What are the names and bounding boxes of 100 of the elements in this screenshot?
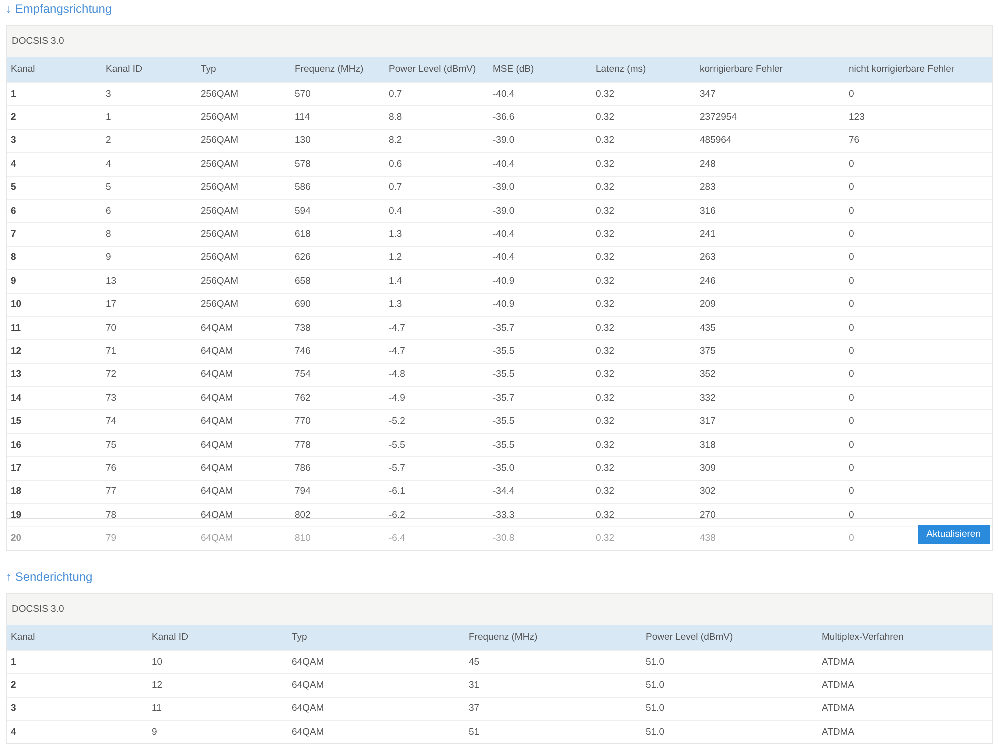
- table-cell-text: -40.9: [492, 276, 515, 287]
- table-cell-text: 0.32: [595, 416, 614, 428]
- column-header: Kanal: [10, 632, 36, 643]
- table-cell-text: 37: [468, 703, 480, 714]
- table-cell-text: 248: [699, 158, 716, 170]
- table-cell-text: 594: [294, 206, 311, 217]
- table-cell-text: 3: [10, 135, 16, 146]
- table-cell-text: 0: [848, 276, 854, 287]
- table-cell-text: 485964: [699, 135, 732, 146]
- table-cell-text: 0.32: [595, 206, 614, 217]
- table-cell-text: 9: [151, 726, 158, 738]
- table-cell-text: 0.32: [595, 299, 614, 310]
- table-cell-text: 9: [105, 252, 112, 264]
- table-cell-text: 438: [699, 533, 716, 544]
- table-cell-text: 0.32: [595, 158, 614, 170]
- column-header: Power Level (dBmV): [388, 64, 476, 75]
- table-cell-text: 6: [10, 206, 16, 217]
- table-cell-text: 51.0: [645, 726, 664, 738]
- table-cell-text: 1.3: [388, 299, 402, 310]
- table-cell-text: 0.32: [595, 88, 614, 100]
- table-cell-text: 0.32: [595, 252, 614, 264]
- table-cell-text: 738: [294, 322, 311, 334]
- table-cell-text: 256QAM: [200, 182, 238, 194]
- table-cell-text: 1.2: [388, 252, 402, 264]
- table-cell-text: 0.32: [595, 510, 614, 521]
- column-header: Frequenz (MHz): [294, 64, 364, 75]
- table-cell-text: -6.4: [388, 533, 406, 544]
- table-cell-text: 0.32: [595, 462, 614, 474]
- table-cell-text: -40.4: [492, 229, 515, 240]
- table-cell-text: 11: [10, 322, 22, 334]
- table-cell-text: 45: [468, 656, 480, 668]
- table-cell-text: -39.0: [492, 206, 515, 217]
- table-cell-text: 241: [699, 229, 716, 240]
- table-cell-text: 19: [10, 510, 22, 521]
- table-cell-text: 77: [105, 486, 117, 498]
- table-cell-text: 51: [468, 726, 480, 738]
- table-cell-text: 31: [468, 680, 480, 691]
- table-cell-text: 256QAM: [200, 135, 238, 146]
- table-cell-text: -35.0: [492, 462, 515, 474]
- table-cell-text: -40.4: [492, 158, 515, 170]
- table-cell-text: 332: [699, 392, 716, 404]
- table-cell-text: 14: [10, 392, 22, 404]
- table-cell-text: 270: [699, 510, 716, 521]
- table-cell-text: 316: [699, 206, 716, 217]
- table-cell-text: 76: [848, 135, 860, 146]
- column-header: Latenz (ms): [595, 64, 646, 75]
- table-cell-text: -35.7: [492, 392, 515, 404]
- table-cell-text: 13: [10, 369, 22, 380]
- column-header: Typ: [291, 632, 308, 643]
- table-cell-text: 0: [848, 252, 854, 264]
- table-cell-text: 64QAM: [200, 322, 234, 334]
- table-cell-text: 2372954: [699, 112, 737, 124]
- table-cell-text: 3: [10, 703, 16, 714]
- table-cell-text: 64QAM: [200, 533, 234, 544]
- table-cell-text: 64QAM: [200, 510, 234, 521]
- table-cell-text: 7: [10, 229, 16, 240]
- table-cell-text: 0: [848, 158, 854, 170]
- table-cell-text: 0.4: [388, 206, 402, 217]
- table-cell-text: 209: [699, 299, 716, 310]
- table-cell-text: ATDMA: [821, 726, 855, 738]
- table-cell-text: 375: [699, 346, 716, 357]
- column-header: MSE (dB): [492, 64, 534, 75]
- table-cell-text: -40.4: [492, 252, 515, 264]
- table-cell-text: 70: [105, 322, 117, 334]
- table-cell-text: 15: [10, 416, 22, 428]
- table-cell-text: 0.32: [595, 533, 614, 544]
- table-cell-text: 51.0: [645, 703, 664, 714]
- table-cell-text: 64QAM: [291, 656, 324, 668]
- table-cell-text: 770: [294, 416, 311, 428]
- refresh-button[interactable]: Aktualisieren: [918, 524, 990, 544]
- table-cell-text: -35.5: [492, 416, 515, 428]
- section-heading: ↑ Senderichtung: [6, 568, 93, 586]
- table-cell-text: 11: [151, 703, 162, 714]
- table-cell-text: 762: [294, 392, 311, 404]
- table-cell-text: 64QAM: [291, 726, 324, 738]
- table-cell-text: 2: [105, 135, 112, 146]
- table-cell-text: 3: [105, 88, 112, 100]
- table-cell-text: -4.9: [388, 392, 406, 404]
- table-cell-text: 0.32: [595, 229, 614, 240]
- table-cell-text: ATDMA: [821, 680, 855, 691]
- table-cell-text: -4.7: [388, 346, 406, 357]
- table-cell-text: -33.3: [492, 510, 515, 521]
- table-cell-text: 10: [151, 656, 163, 668]
- table-cell-text: 690: [294, 299, 311, 310]
- table-cell-text: 5: [105, 182, 112, 194]
- table-cell-text: -40.4: [492, 88, 515, 100]
- table-cell-text: 0.32: [595, 182, 614, 194]
- table-cell-text: 0: [848, 533, 854, 544]
- table-cell-text: 1.3: [388, 229, 402, 240]
- table-cell-text: 0: [848, 392, 854, 404]
- table-cell-text: 114: [294, 112, 310, 124]
- table-cell-text: 2: [10, 112, 16, 124]
- table-cell-text: 283: [699, 182, 716, 194]
- table-cell-text: 0: [848, 206, 854, 217]
- table-cell-text: ATDMA: [821, 703, 855, 714]
- table-cell-text: -39.0: [492, 135, 515, 146]
- table-cell-text: 802: [294, 510, 311, 521]
- table-cell-text: 0.6: [388, 158, 402, 170]
- table-cell-text: 64QAM: [200, 416, 234, 428]
- table-cell-text: 0: [848, 182, 854, 194]
